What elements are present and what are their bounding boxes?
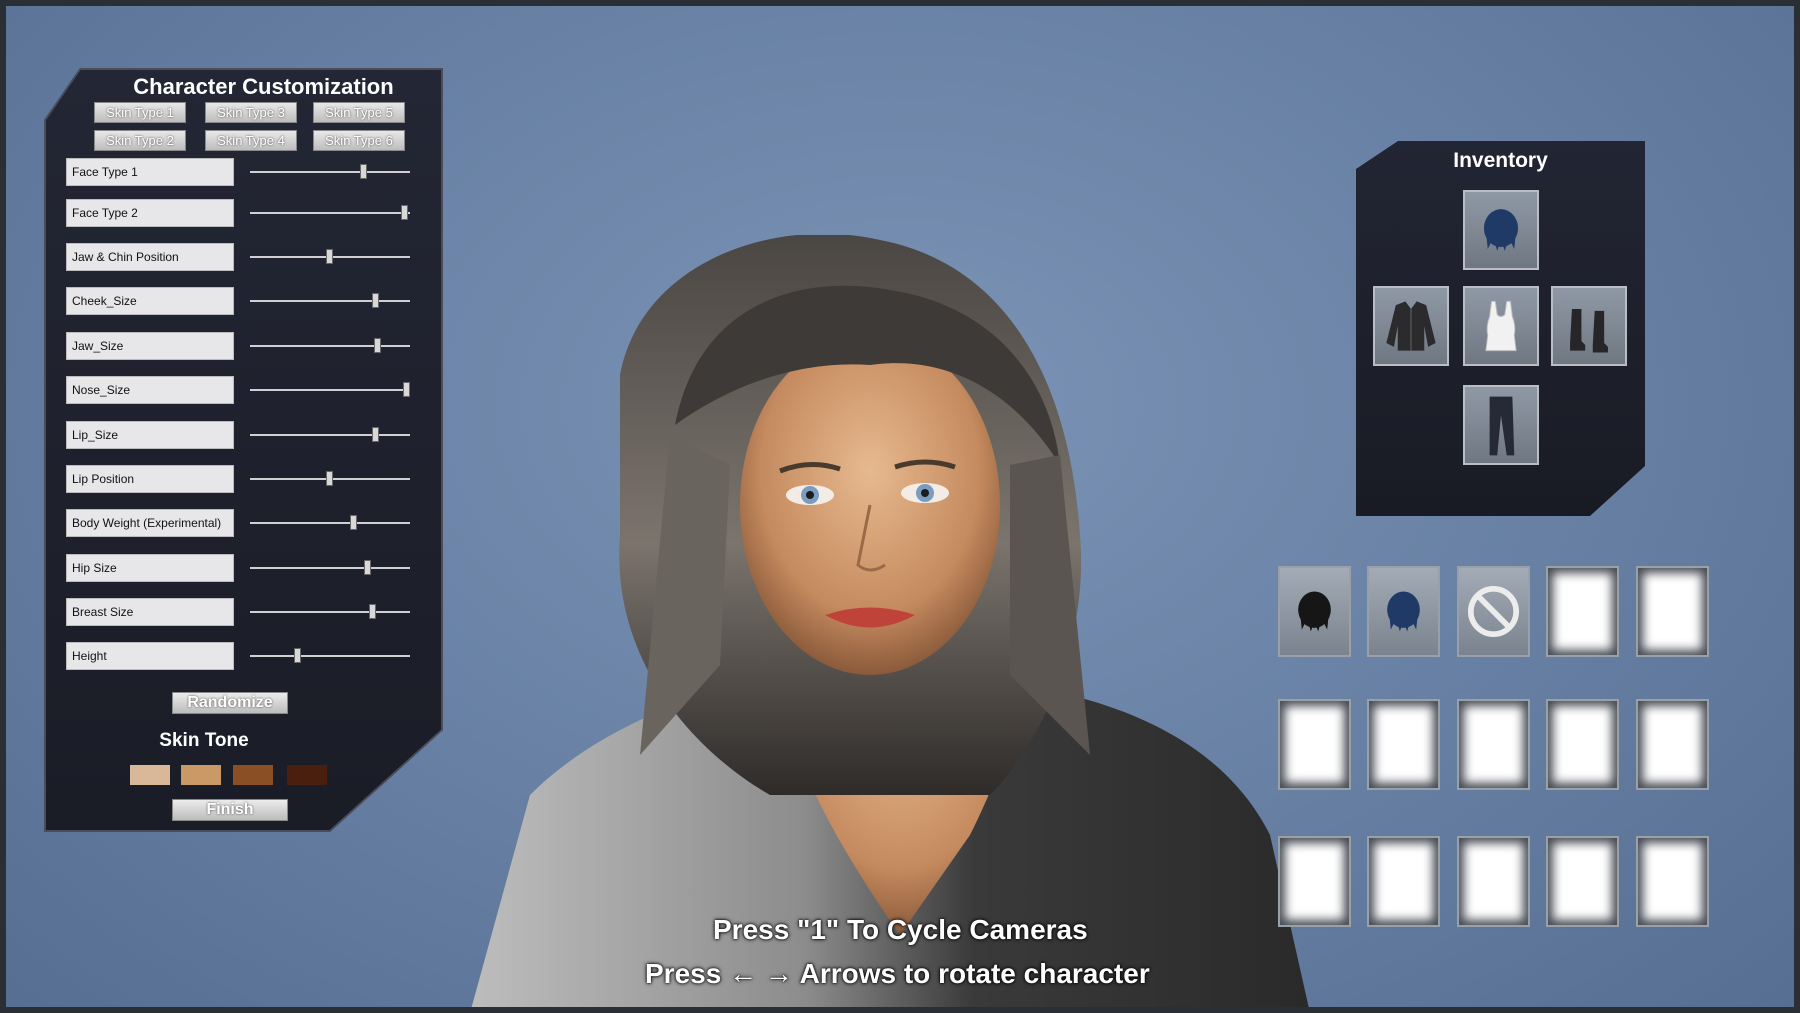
slider-track[interactable] <box>250 164 410 179</box>
slider-thumb[interactable] <box>402 382 410 397</box>
slider-track[interactable] <box>250 604 410 619</box>
item-slot[interactable] <box>1457 566 1530 657</box>
skin-tone-title: Skin Tone <box>159 730 249 751</box>
slider-track[interactable] <box>250 648 410 663</box>
skin-tone-swatch[interactable] <box>233 765 273 785</box>
slider-row: Cheek_Size <box>66 287 411 315</box>
empty-item-slot[interactable] <box>1278 699 1351 790</box>
empty-item-slot[interactable] <box>1546 566 1619 657</box>
rotate-hint-suffix: Arrows to rotate character <box>799 958 1150 989</box>
slider-track[interactable] <box>250 560 410 575</box>
arrow-keys-icon: ← → <box>729 958 793 989</box>
slider-thumb[interactable] <box>326 249 333 264</box>
hair-icon <box>1369 568 1438 655</box>
slider-track[interactable] <box>250 249 410 264</box>
slider-label: Height <box>66 642 234 670</box>
hair-icon <box>1465 192 1537 268</box>
cycle-cameras-hint: Press "1" To Cycle Cameras <box>713 914 1088 945</box>
none-icon <box>1459 568 1528 655</box>
skin-type-4-button[interactable]: Skin Type 4 <box>205 130 297 151</box>
item-slot[interactable] <box>1367 566 1440 657</box>
slider-thumb[interactable] <box>294 648 301 663</box>
skin-type-1-button[interactable]: Skin Type 1 <box>94 102 186 123</box>
slider-track[interactable] <box>250 382 410 397</box>
slider-label: Jaw & Chin Position <box>66 243 234 271</box>
slider-row: Nose_Size <box>66 376 411 404</box>
slider-row: Face Type 2 <box>66 199 411 227</box>
tank-top-icon <box>1465 288 1537 364</box>
slider-label: Hip Size <box>66 554 234 582</box>
slider-track[interactable] <box>250 471 410 486</box>
inventory-slot-legs[interactable] <box>1463 385 1539 465</box>
slider-thumb[interactable] <box>364 560 372 575</box>
skin-tone-swatch[interactable] <box>287 765 327 785</box>
boots-icon <box>1553 288 1625 364</box>
character-model <box>470 235 1310 1013</box>
rotate-hint-prefix: Press <box>645 958 722 989</box>
slider-label: Breast Size <box>66 598 234 626</box>
empty-item-slot[interactable] <box>1457 699 1530 790</box>
empty-item-slot[interactable] <box>1636 836 1709 927</box>
jeans-icon <box>1465 387 1537 463</box>
slider-label: Body Weight (Experimental) <box>66 509 234 537</box>
skin-tone-swatch[interactable] <box>181 765 221 785</box>
skin-tone-swatch[interactable] <box>130 765 170 785</box>
randomize-button[interactable]: Randomize <box>172 692 288 714</box>
slider-row: Jaw_Size <box>66 332 411 360</box>
slider-thumb[interactable] <box>401 205 409 220</box>
slider-row: Face Type 1 <box>66 158 411 186</box>
slider-thumb[interactable] <box>374 338 381 353</box>
inventory-panel: Inventory <box>1356 141 1645 516</box>
slider-thumb[interactable] <box>372 427 380 442</box>
inventory-slot-torso[interactable] <box>1463 286 1539 366</box>
slider-label: Jaw_Size <box>66 332 234 360</box>
empty-item-slot[interactable] <box>1367 699 1440 790</box>
slider-label: Lip Position <box>66 465 234 493</box>
skin-type-3-button[interactable]: Skin Type 3 <box>205 102 297 123</box>
slider-label: Face Type 1 <box>66 158 234 186</box>
slider-row: Lip_Size <box>66 421 411 449</box>
slider-row: Height <box>66 642 411 670</box>
inventory-slot-feet[interactable] <box>1551 286 1627 366</box>
empty-item-slot[interactable] <box>1457 836 1530 927</box>
empty-item-slot[interactable] <box>1636 566 1709 657</box>
slider-label: Nose_Size <box>66 376 234 404</box>
empty-item-slot[interactable] <box>1367 836 1440 927</box>
panel-title: Character Customization <box>133 74 394 99</box>
item-slot[interactable] <box>1278 566 1351 657</box>
empty-item-slot[interactable] <box>1636 699 1709 790</box>
slider-thumb[interactable] <box>369 604 377 619</box>
slider-track[interactable] <box>250 427 410 442</box>
rotate-hint: Press ← → Arrows to rotate character <box>645 958 1150 990</box>
slider-row: Body Weight (Experimental) <box>66 509 411 537</box>
inventory-slot-head[interactable] <box>1463 190 1539 270</box>
skin-type-2-button[interactable]: Skin Type 2 <box>94 130 186 151</box>
slider-thumb[interactable] <box>359 164 367 179</box>
inventory-title: Inventory <box>1453 149 1548 172</box>
empty-item-slot[interactable] <box>1546 699 1619 790</box>
finish-button[interactable]: Finish <box>172 799 288 821</box>
slider-label: Cheek_Size <box>66 287 234 315</box>
slider-row: Breast Size <box>66 598 411 626</box>
slider-track[interactable] <box>250 338 410 353</box>
empty-item-slot[interactable] <box>1278 836 1351 927</box>
customization-panel: Character Customization Skin Type 1 Skin… <box>44 68 443 832</box>
slider-thumb[interactable] <box>372 293 380 308</box>
skin-type-6-button[interactable]: Skin Type 6 <box>313 130 405 151</box>
inventory-slot-outer[interactable] <box>1373 286 1449 366</box>
hair-icon <box>1280 568 1349 655</box>
jacket-icon <box>1375 288 1447 364</box>
empty-item-slot[interactable] <box>1546 836 1619 927</box>
slider-row: Hip Size <box>66 554 411 582</box>
slider-track[interactable] <box>250 293 410 308</box>
slider-thumb[interactable] <box>326 471 333 486</box>
slider-row: Lip Position <box>66 465 411 493</box>
slider-track[interactable] <box>250 205 410 220</box>
slider-track[interactable] <box>250 515 410 530</box>
slider-row: Jaw & Chin Position <box>66 243 411 271</box>
slider-thumb[interactable] <box>350 515 357 530</box>
slider-label: Face Type 2 <box>66 199 234 227</box>
slider-label: Lip_Size <box>66 421 234 449</box>
skin-type-5-button[interactable]: Skin Type 5 <box>313 102 405 123</box>
